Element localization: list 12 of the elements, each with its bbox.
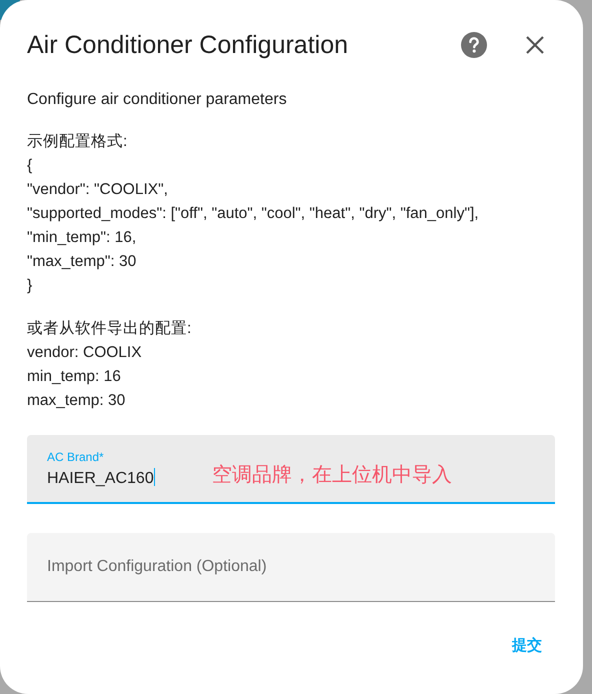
help-button[interactable] bbox=[461, 32, 487, 58]
config-example-text: 示例配置格式: { "vendor": "COOLIX", "supported_modes": ["off", "auto", "cool", "heat", "dry", "fan_only"], "min_temp": 16, "max_temp": 30 } bbox=[27, 132, 480, 296]
help-icon bbox=[461, 32, 487, 58]
config-example-text: 或者从软件导出的配置: vendor: COOLIX min_temp: 16 max_temp: 30 bbox=[27, 319, 192, 411]
close-button[interactable] bbox=[525, 35, 545, 55]
submit-button[interactable]: 提交 bbox=[512, 630, 542, 661]
close-icon bbox=[525, 35, 545, 55]
dialog-title: Air Conditioner Configuration bbox=[27, 30, 350, 60]
annotation-text: 空调品牌，在上位机中导入 bbox=[212, 461, 452, 488]
input-field[interactable]: Import Configuration (Optional) bbox=[27, 533, 555, 602]
dialog-description: Configure air conditioner parameters bbox=[27, 90, 288, 110]
input-field[interactable]: AC Brand* HAIER_AC160 空调品牌，在上位机中导入 bbox=[27, 435, 555, 504]
